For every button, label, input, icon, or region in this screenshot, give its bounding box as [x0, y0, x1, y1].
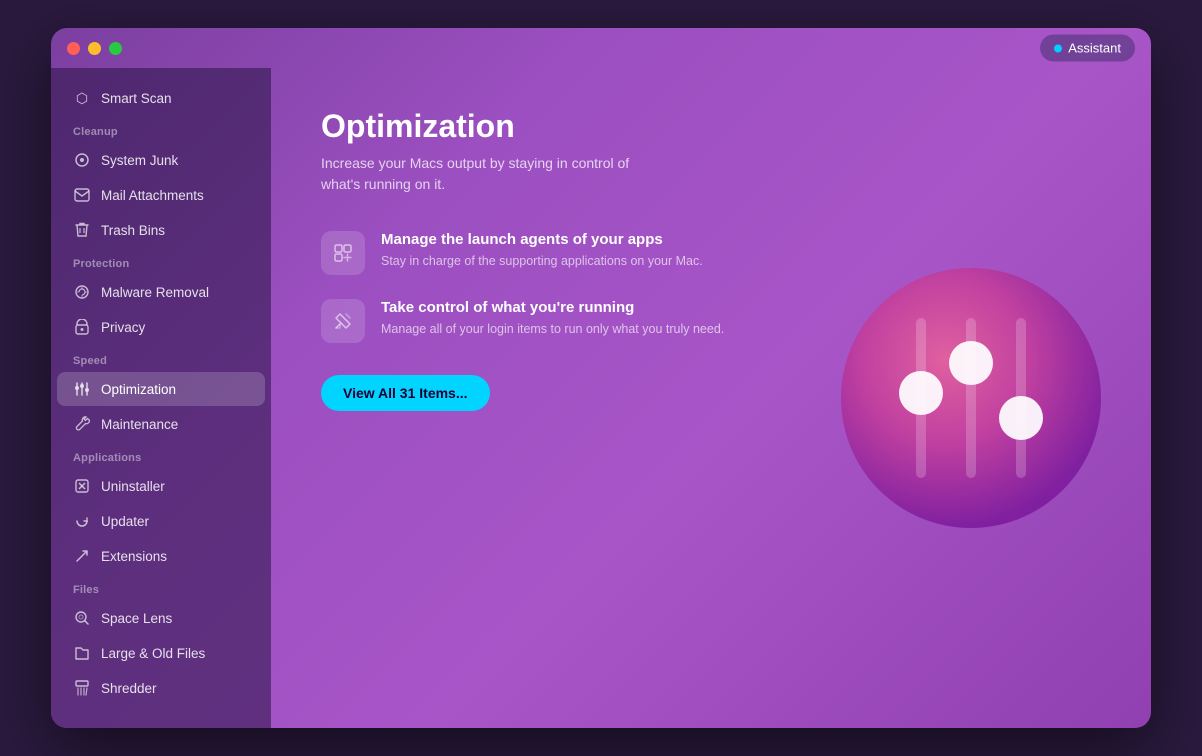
sidebar-item-label: Malware Removal [101, 285, 209, 300]
sidebar-item-label: Privacy [101, 320, 145, 335]
mail-attachments-icon [73, 186, 91, 204]
updater-icon [73, 512, 91, 530]
sidebar-item-maintenance[interactable]: Maintenance [57, 407, 265, 441]
sidebar-item-label: Trash Bins [101, 223, 165, 238]
sidebar-item-label: System Junk [101, 153, 178, 168]
feature-item-launch-agents: Manage the launch agents of your apps St… [321, 231, 741, 275]
assistant-button[interactable]: Assistant [1040, 35, 1135, 62]
sidebar-item-label: Maintenance [101, 417, 178, 432]
sidebar-item-trash-bins[interactable]: Trash Bins [57, 213, 265, 247]
optimization-illustration [831, 258, 1111, 538]
sidebar-item-updater[interactable]: Updater [57, 504, 265, 538]
assistant-dot-icon [1054, 44, 1062, 52]
sidebar-item-label: Updater [101, 514, 149, 529]
sidebar-item-label: Space Lens [101, 611, 172, 626]
uninstaller-icon [73, 477, 91, 495]
system-junk-icon [73, 151, 91, 169]
malware-removal-icon [73, 283, 91, 301]
page-subtitle: Increase your Macs output by staying in … [321, 153, 641, 195]
extensions-icon [73, 547, 91, 565]
app-window: Assistant ⬡ Smart Scan Cleanup System Ju… [51, 28, 1151, 728]
login-items-icon [321, 299, 365, 343]
sidebar-item-large-old-files[interactable]: Large & Old Files [57, 636, 265, 670]
feature-description: Stay in charge of the supporting applica… [381, 252, 703, 271]
launch-agents-icon [321, 231, 365, 275]
sidebar-item-malware-removal[interactable]: Malware Removal [57, 275, 265, 309]
sidebar-item-mail-attachments[interactable]: Mail Attachments [57, 178, 265, 212]
main-content: Optimization Increase your Macs output b… [271, 68, 1151, 728]
sidebar-section-speed: Speed [51, 345, 271, 371]
sidebar-item-system-junk[interactable]: System Junk [57, 143, 265, 177]
sidebar-item-label: Optimization [101, 382, 176, 397]
sidebar-item-extensions[interactable]: Extensions [57, 539, 265, 573]
sidebar-item-label: Large & Old Files [101, 646, 205, 661]
trash-bins-icon [73, 221, 91, 239]
sidebar-item-label: Mail Attachments [101, 188, 204, 203]
privacy-icon [73, 318, 91, 336]
space-lens-icon [73, 609, 91, 627]
maximize-button[interactable] [109, 42, 122, 55]
sidebar-item-label: Uninstaller [101, 479, 165, 494]
sidebar-section-cleanup: Cleanup [51, 116, 271, 142]
minimize-button[interactable] [88, 42, 101, 55]
sidebar-item-space-lens[interactable]: Space Lens [57, 601, 265, 635]
feature-text-login-items: Take control of what you're running Mana… [381, 299, 724, 339]
feature-title: Manage the launch agents of your apps [381, 231, 703, 248]
sidebar: ⬡ Smart Scan Cleanup System Junk [51, 68, 271, 728]
sidebar-section-applications: Applications [51, 442, 271, 468]
sidebar-section-files: Files [51, 574, 271, 600]
close-button[interactable] [67, 42, 80, 55]
sidebar-section-protection: Protection [51, 248, 271, 274]
feature-list: Manage the launch agents of your apps St… [321, 231, 741, 343]
view-all-button[interactable]: View All 31 Items... [321, 375, 490, 411]
sidebar-item-privacy[interactable]: Privacy [57, 310, 265, 344]
feature-description: Manage all of your login items to run on… [381, 320, 724, 339]
sidebar-item-shredder[interactable]: Shredder [57, 671, 265, 705]
sidebar-item-optimization[interactable]: Optimization [57, 372, 265, 406]
sidebar-item-label: Smart Scan [101, 91, 172, 106]
sidebar-item-label: Extensions [101, 549, 167, 564]
content-area: ⬡ Smart Scan Cleanup System Junk [51, 68, 1151, 728]
smart-scan-icon: ⬡ [73, 89, 91, 107]
sidebar-item-label: Shredder [101, 681, 157, 696]
page-title: Optimization [321, 108, 1101, 145]
optimization-icon [73, 380, 91, 398]
assistant-label: Assistant [1068, 41, 1121, 56]
sidebar-item-smart-scan[interactable]: ⬡ Smart Scan [57, 81, 265, 115]
large-old-files-icon [73, 644, 91, 662]
traffic-lights [67, 42, 122, 55]
maintenance-icon [73, 415, 91, 433]
feature-item-login-items: Take control of what you're running Mana… [321, 299, 741, 343]
sidebar-item-uninstaller[interactable]: Uninstaller [57, 469, 265, 503]
feature-title: Take control of what you're running [381, 299, 724, 316]
titlebar: Assistant [51, 28, 1151, 68]
shredder-icon [73, 679, 91, 697]
feature-text-launch-agents: Manage the launch agents of your apps St… [381, 231, 703, 271]
